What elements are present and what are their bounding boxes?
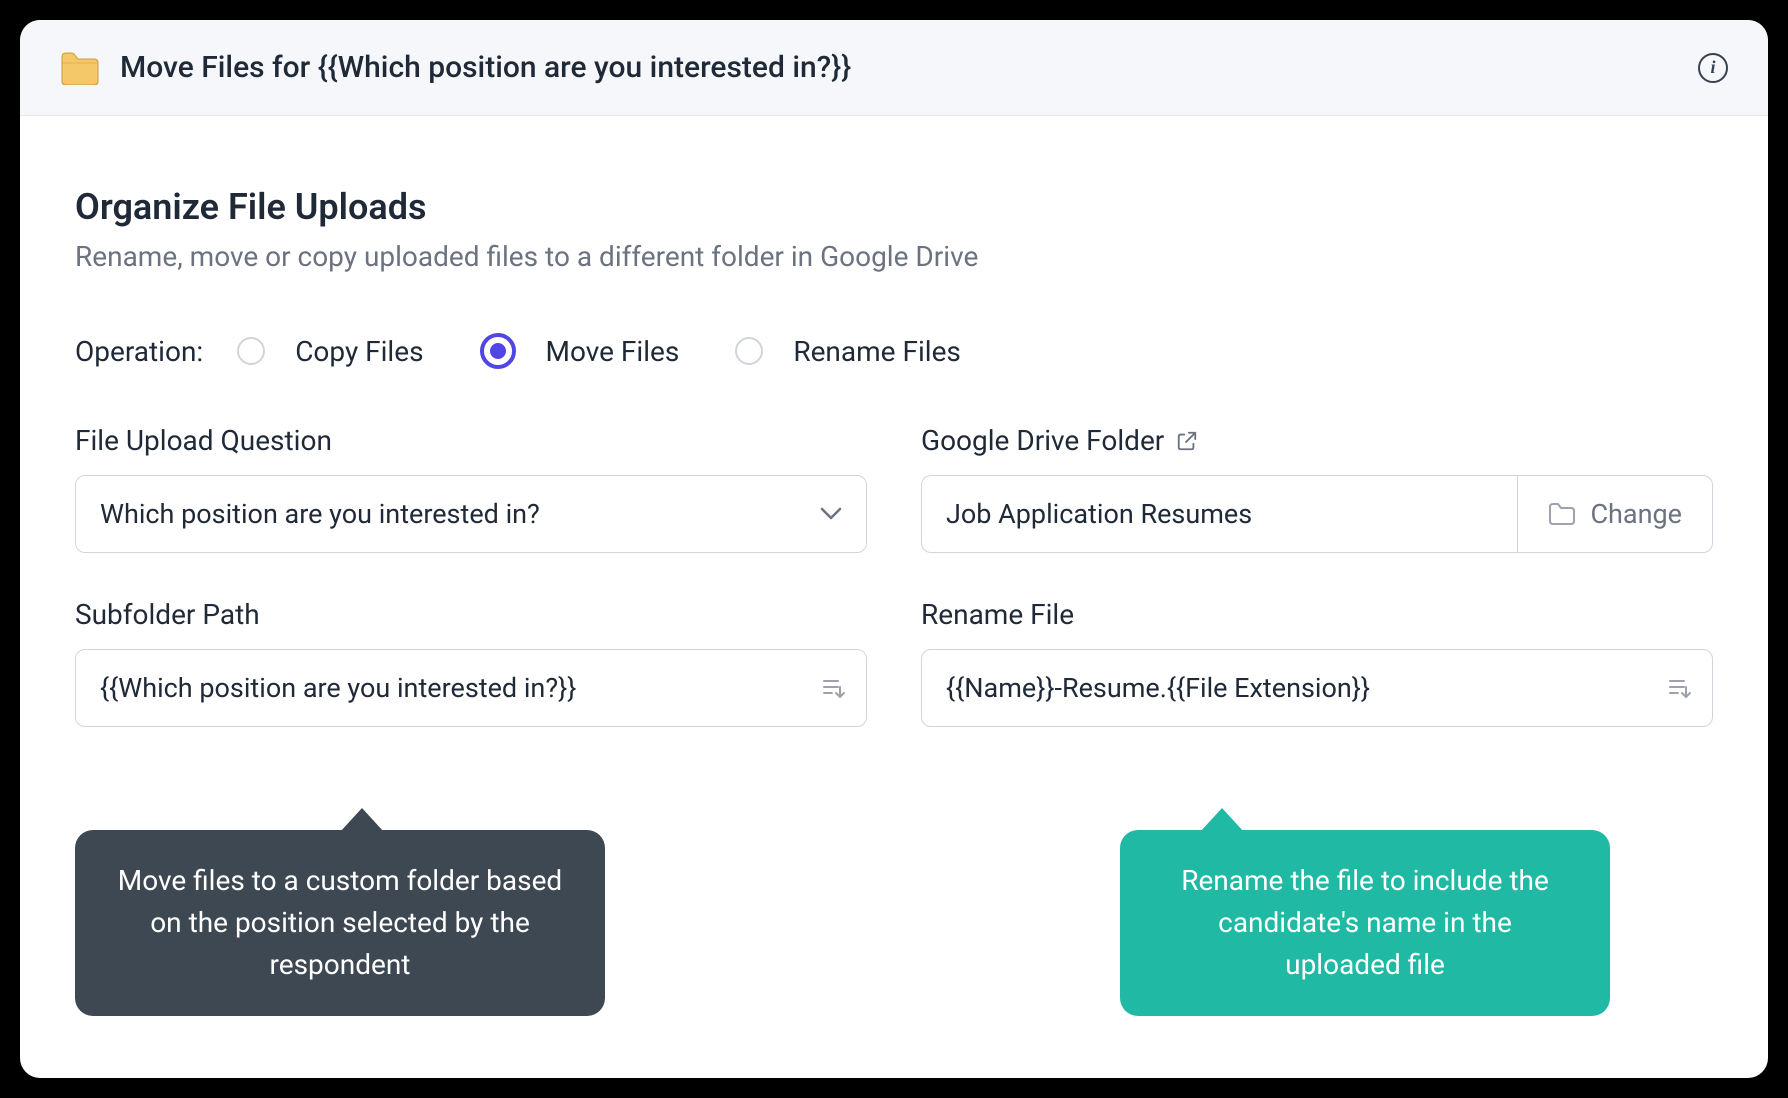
settings-panel: Move Files for {{Which position are you … [20, 20, 1768, 1078]
info-icon[interactable]: i [1698, 53, 1728, 83]
field-rename: Rename File {{Name}}-Resume.{{File Exten… [921, 598, 1713, 727]
tooltip-rename: Rename the file to include the candidate… [1120, 830, 1610, 1016]
header-left: Move Files for {{Which position are you … [60, 50, 851, 85]
upload-question-value: Which position are you interested in? [100, 498, 540, 530]
folder-outline-icon [1548, 502, 1576, 526]
radio-option-move[interactable]: Move Files [480, 333, 680, 369]
radio-copy[interactable] [237, 337, 265, 365]
folder-icon [60, 51, 100, 85]
chevron-down-icon [820, 507, 842, 521]
tooltip-rename-text: Rename the file to include the candidate… [1181, 864, 1549, 981]
insert-variable-icon[interactable] [822, 677, 846, 699]
radio-rename-label: Rename Files [793, 335, 961, 368]
upload-question-select[interactable]: Which position are you interested in? [75, 475, 867, 553]
change-folder-button[interactable]: Change [1517, 475, 1713, 553]
field-upload-question: File Upload Question Which position are … [75, 424, 867, 553]
operation-label: Operation: [75, 335, 203, 368]
rename-value: {{Name}}-Resume.{{File Extension}} [946, 672, 1370, 704]
field-drive-folder: Google Drive Folder Job Application Resu… [921, 424, 1713, 553]
drive-folder-label-text: Google Drive Folder [921, 424, 1164, 457]
radio-move[interactable] [480, 333, 516, 369]
radio-rename[interactable] [735, 337, 763, 365]
drive-folder-row: Job Application Resumes Change [921, 475, 1713, 553]
panel-body: Organize File Uploads Rename, move or co… [20, 116, 1768, 727]
drive-folder-value: Job Application Resumes [946, 498, 1252, 530]
field-subfolder: Subfolder Path {{Which position are you … [75, 598, 867, 727]
section-title: Organize File Uploads [75, 186, 1713, 228]
subfolder-value: {{Which position are you interested in?}… [100, 672, 576, 704]
operation-row: Operation: Copy Files Move Files Rename … [75, 333, 1713, 369]
insert-variable-icon[interactable] [1668, 677, 1692, 699]
radio-move-label: Move Files [546, 335, 680, 368]
drive-folder-input[interactable]: Job Application Resumes [921, 475, 1517, 553]
tooltip-subfolder: Move files to a custom folder based on t… [75, 830, 605, 1016]
radio-option-copy[interactable]: Copy Files [237, 335, 423, 368]
panel-header: Move Files for {{Which position are you … [20, 20, 1768, 116]
fields-grid: File Upload Question Which position are … [75, 424, 1713, 727]
section-subtitle: Rename, move or copy uploaded files to a… [75, 240, 1713, 273]
radio-option-rename[interactable]: Rename Files [735, 335, 961, 368]
change-button-label: Change [1590, 498, 1682, 530]
header-title: Move Files for {{Which position are you … [120, 50, 851, 85]
upload-question-label: File Upload Question [75, 424, 867, 457]
tooltip-subfolder-text: Move files to a custom folder based on t… [118, 864, 562, 981]
rename-label: Rename File [921, 598, 1713, 631]
subfolder-input[interactable]: {{Which position are you interested in?}… [75, 649, 867, 727]
rename-input[interactable]: {{Name}}-Resume.{{File Extension}} [921, 649, 1713, 727]
external-link-icon[interactable] [1176, 430, 1198, 452]
subfolder-label: Subfolder Path [75, 598, 867, 631]
drive-folder-label: Google Drive Folder [921, 424, 1713, 457]
radio-copy-label: Copy Files [295, 335, 423, 368]
